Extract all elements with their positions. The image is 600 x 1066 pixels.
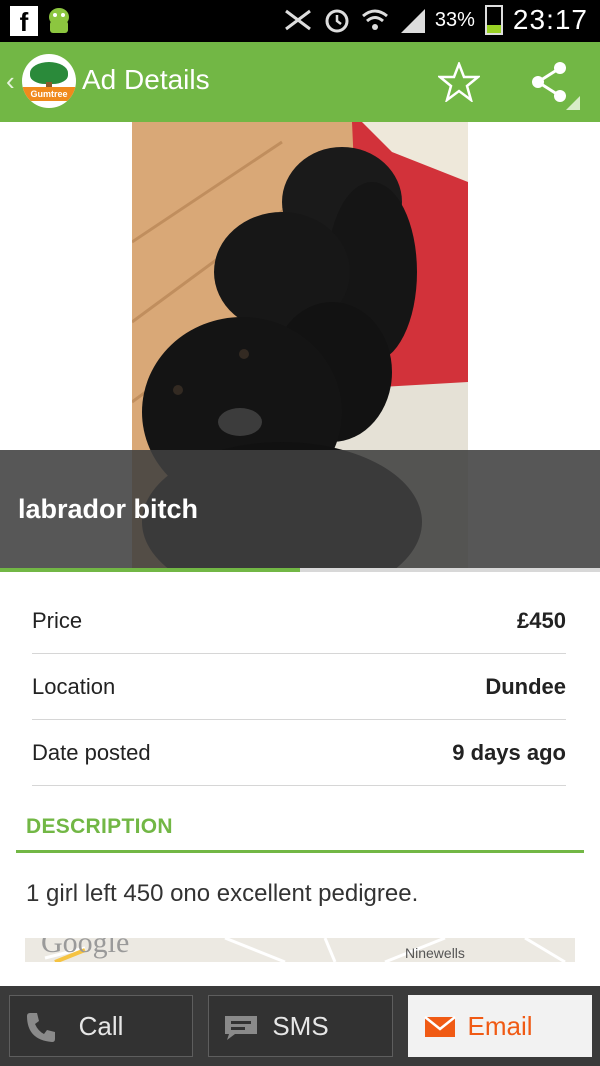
signal-icon [400,9,425,33]
alarm-icon [325,9,349,33]
image-pager-indicator [0,568,600,572]
detail-value: Dundee [485,673,566,699]
image-pager-progress [0,568,300,572]
details-list: Price £450 Location Dundee Date posted 9… [32,588,566,786]
sms-label: SMS [272,1010,329,1041]
detail-row-price: Price £450 [32,588,566,654]
battery-percent: 33% [434,8,475,31]
facebook-icon: f [10,6,38,37]
detail-label: Date posted [32,739,151,765]
email-label: Email [467,1010,533,1041]
detail-label: Location [32,673,116,699]
description-text: 1 girl left 450 ono excellent pedigree. [26,880,419,907]
action-bar: ‹ Gumtree Ad Details [0,42,600,122]
share-icon[interactable] [530,62,582,110]
location-map[interactable]: Google Ninewells [25,938,575,962]
google-logo: Google [41,938,130,959]
ad-photo-area[interactable]: labrador bitch [0,122,600,568]
status-bar: f 33% 23:17 [0,0,600,42]
page-title: Ad Details [82,64,210,95]
detail-value: £450 [517,607,566,633]
email-button[interactable]: Email [408,995,592,1057]
battery-icon [484,5,503,35]
description-divider [16,850,584,853]
nfc-icon [284,9,311,31]
map-place-label: Ninewells [405,945,465,961]
gumtree-logo[interactable]: Gumtree [22,54,76,108]
android-icon [49,8,69,33]
contact-bar: Call SMS Email [0,986,600,1066]
detail-row-date-posted: Date posted 9 days ago [32,720,566,786]
clock: 23:17 [512,4,588,35]
call-label: Call [78,1010,124,1041]
wifi-icon [361,9,388,30]
detail-label: Price [32,607,83,633]
description-heading: DESCRIPTION [26,815,173,838]
call-button[interactable]: Call [9,995,193,1057]
detail-value: 9 days ago [452,739,566,765]
detail-row-location: Location Dundee [32,654,566,720]
sms-button[interactable]: SMS [208,995,393,1057]
star-icon[interactable] [438,62,480,102]
ad-title: labrador bitch [18,494,199,524]
back-chevron-icon[interactable]: ‹ [6,66,15,97]
